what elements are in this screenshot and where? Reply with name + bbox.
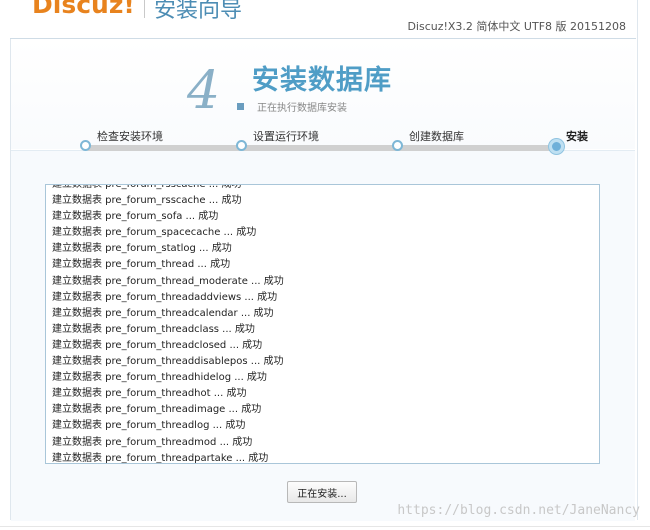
- step-title: 安装数据库: [252, 65, 392, 96]
- log-line: 建立数据表 pre_forum_threadaddviews ... 成功: [52, 291, 278, 303]
- log-line: 建立数据表 pre_forum_rsscache ... 成功: [52, 184, 242, 190]
- log-line: 建立数据表 pre_forum_statlog ... 成功: [52, 243, 232, 255]
- log-line: 建立数据表 pre_forum_threadclosed ... 成功: [52, 339, 263, 351]
- log-line: 建立数据表 pre_forum_thread ... 成功: [52, 259, 231, 271]
- log-line: 建立数据表 pre_forum_threadimage ... 成功: [52, 404, 262, 416]
- step-label-check-env: 检查安装环境: [97, 130, 163, 143]
- bottom-border: [0, 526, 650, 527]
- log-line: 建立数据表 pre_forum_threadlog ... 成功: [52, 420, 246, 432]
- log-line: 建立数据表 pre_forum_threadpartake ... 成功: [52, 452, 269, 464]
- installer-title: 安装向导: [154, 0, 243, 23]
- log-line: 建立数据表 pre_forum_threadcalendar ... 成功: [52, 307, 274, 319]
- log-line: 建立数据表 pre_forum_threadclass ... 成功: [52, 323, 255, 335]
- version-info: Discuz!X3.2 简体中文 UTF8 版 20151208: [407, 20, 626, 33]
- progress-fill: [86, 145, 558, 151]
- log-line: 建立数据表 pre_forum_threaddisablepos ... 成功: [52, 356, 284, 368]
- progress-track: [86, 145, 558, 151]
- log-line: 建立数据表 pre_forum_sofa ... 成功: [52, 211, 219, 223]
- step-label-create-db: 创建数据库: [409, 130, 464, 143]
- step-node-4-current: [549, 139, 564, 154]
- header-divider: [144, 0, 145, 18]
- install-log-list: 建立数据表 pre_forum_rsscache ... 成功 建立数据表 pre…: [52, 184, 284, 464]
- step-label-setup-env: 设置运行环境: [253, 130, 319, 143]
- log-line: 建立数据表 pre_forum_spacecache ... 成功: [52, 227, 257, 239]
- log-line: 建立数据表 pre_forum_rsscache ... 成功: [52, 195, 242, 207]
- log-line: 建立数据表 pre_forum_thread_moderate ... 成功: [52, 275, 284, 287]
- watermark-text: https://blog.csdn.net/JaneNancy: [397, 503, 640, 518]
- step-node-2: [236, 140, 247, 151]
- installer-header: Discuz! 安装向导 Discuz!X3.2 简体中文 UTF8 版 201…: [10, 0, 636, 39]
- step-label-install: 安装: [566, 130, 588, 143]
- step-subtitle: 正在执行数据库安装: [257, 103, 347, 114]
- install-log-box[interactable]: 建立数据表 pre_forum_rsscache ... 成功 建立数据表 pre…: [45, 184, 600, 464]
- discuz-logo: Discuz!: [32, 0, 135, 19]
- log-line: 建立数据表 pre_forum_threadmod ... 成功: [52, 436, 253, 448]
- installing-button[interactable]: 正在安装...: [287, 481, 357, 503]
- step-node-3: [392, 140, 403, 151]
- log-line: 建立数据表 pre_forum_threadhidelog ... 成功: [52, 372, 267, 384]
- step-number: 4: [187, 61, 221, 121]
- step-number-dot: [237, 103, 244, 110]
- step-node-1: [80, 140, 91, 151]
- log-line: 建立数据表 pre_forum_threadhot ... 成功: [52, 388, 247, 400]
